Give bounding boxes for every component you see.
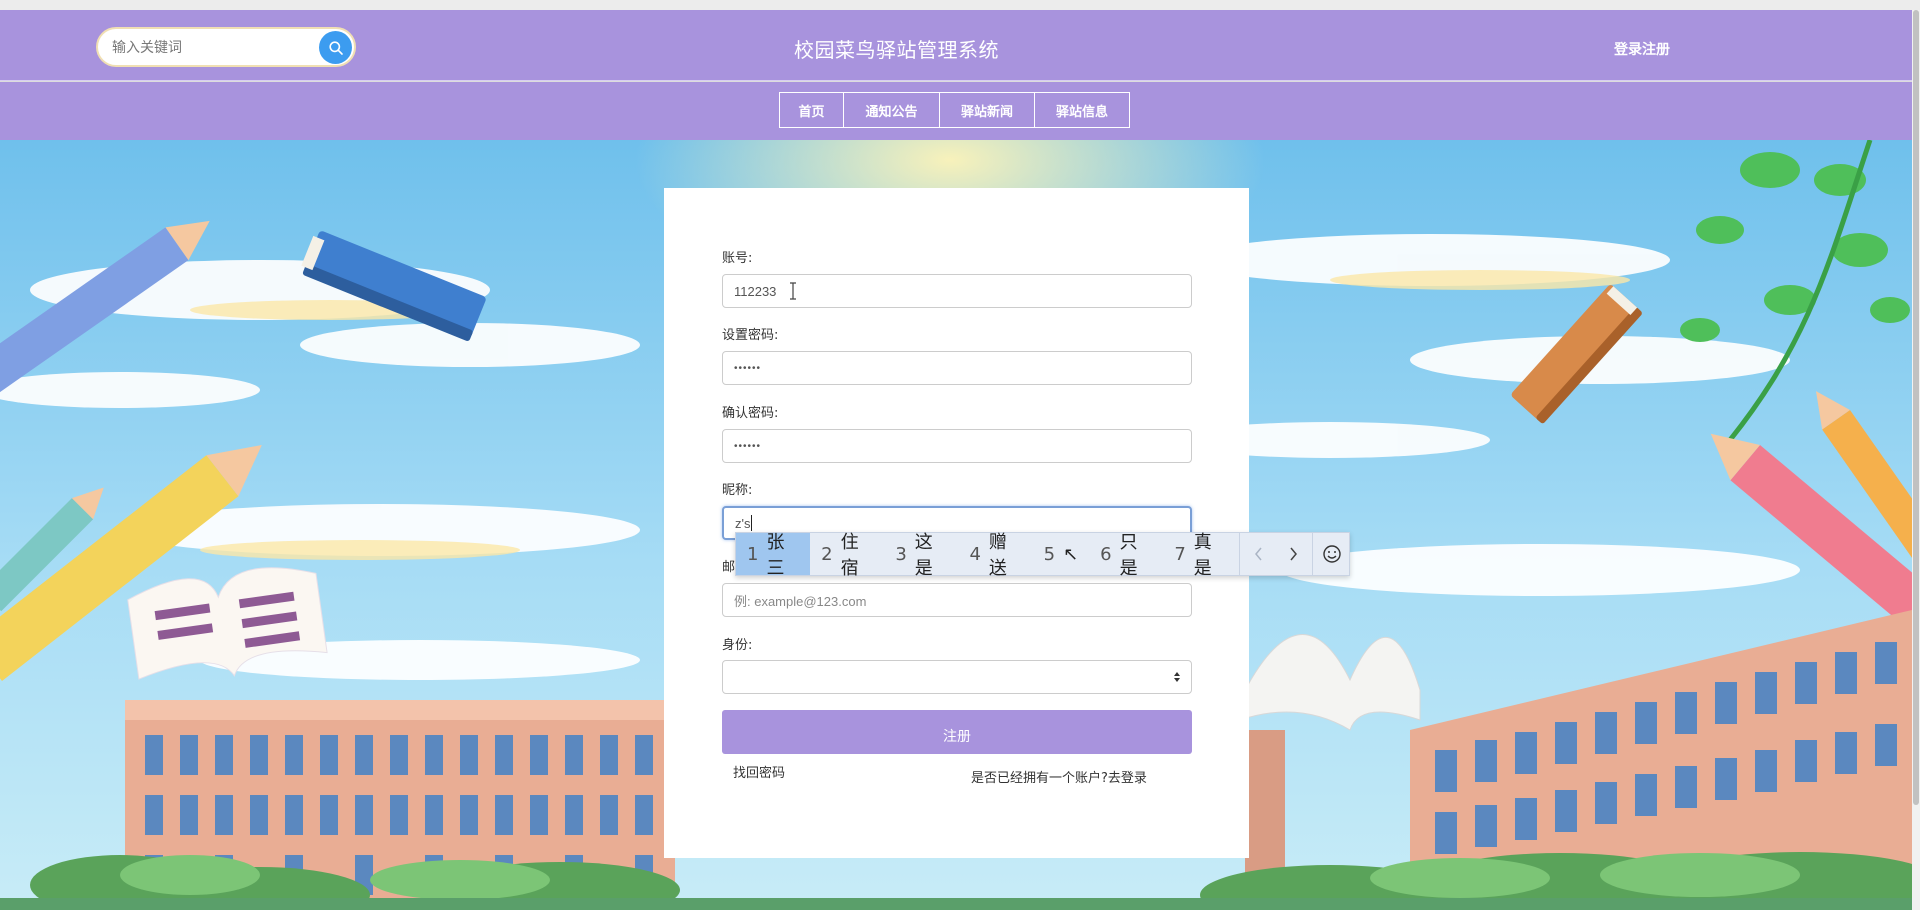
- confirm-password-value: ••••••: [734, 440, 762, 452]
- password-value: ••••••: [734, 362, 762, 374]
- ime-divider: [1239, 533, 1241, 575]
- search-input[interactable]: [112, 35, 302, 59]
- ime-emoji-button[interactable]: [1315, 533, 1349, 575]
- confirm-password-label: 确认密码:: [722, 406, 779, 421]
- nav-news[interactable]: 驿站新闻: [939, 92, 1035, 128]
- password-label: 设置密码:: [722, 328, 779, 343]
- text-caret: [751, 515, 753, 531]
- site-header: 校园菜鸟驿站管理系统 登录注册: [0, 10, 1912, 81]
- register-form-card: 账号: 112233 设置密码: •••••• 确认密码: •••••• 昵称:…: [664, 188, 1249, 858]
- ime-next-button[interactable]: [1276, 533, 1310, 575]
- email-input[interactable]: 例: example@123.com: [722, 583, 1192, 617]
- top-strip: [0, 0, 1920, 10]
- register-button[interactable]: 注册: [722, 710, 1192, 754]
- forgot-password-link[interactable]: 找回密码: [733, 762, 785, 781]
- account-input[interactable]: 112233: [722, 274, 1192, 308]
- nav-bar: 首页 通知公告 驿站新闻 驿站信息: [0, 82, 1912, 140]
- text-cursor-icon: [790, 282, 797, 300]
- chevron-right-icon: [1290, 547, 1298, 561]
- smiley-icon: [1323, 545, 1341, 563]
- chevron-left-icon: [1255, 547, 1262, 561]
- ime-divider: [1312, 533, 1314, 575]
- ime-candidate[interactable]: 7 真是: [1163, 532, 1237, 579]
- email-placeholder: 例: example@123.com: [734, 593, 867, 609]
- account-value: 112233: [734, 283, 777, 299]
- search-icon: [328, 40, 343, 55]
- ime-prev-button[interactable]: [1242, 533, 1276, 575]
- nickname-value: z's: [735, 515, 751, 531]
- role-label: 身份:: [722, 638, 753, 653]
- ime-candidate[interactable]: 6 只是: [1089, 532, 1163, 579]
- ime-candidate[interactable]: 4 赠送: [958, 532, 1032, 579]
- ime-candidate[interactable]: 5 ↖: [1033, 533, 1090, 575]
- go-login-link[interactable]: 是否已经拥有一个账户?去登录: [971, 767, 1147, 786]
- email-label: 邮: [722, 560, 736, 575]
- main-nav: 首页 通知公告 驿站新闻 驿站信息: [779, 92, 1130, 128]
- nav-station-info[interactable]: 驿站信息: [1034, 92, 1130, 128]
- nickname-label: 昵称:: [722, 483, 753, 498]
- page-scrollbar[interactable]: [1912, 10, 1920, 910]
- ime-candidate[interactable]: 3 这是: [884, 532, 958, 579]
- site-title: 校园菜鸟驿站管理系统: [794, 38, 999, 62]
- nav-notices[interactable]: 通知公告: [843, 92, 940, 128]
- browser-viewport: 校园菜鸟驿站管理系统 登录注册 首页 通知公告 驿站新闻 驿站信息: [0, 0, 1920, 910]
- ime-candidate[interactable]: 2 住宿: [810, 532, 884, 579]
- search-box: [96, 27, 356, 67]
- nav-home[interactable]: 首页: [779, 92, 844, 128]
- scrollbar-thumb[interactable]: [1913, 10, 1919, 805]
- search-button[interactable]: [319, 31, 352, 64]
- select-arrows-icon: [1174, 672, 1180, 682]
- role-select[interactable]: [722, 660, 1192, 694]
- login-register-link[interactable]: 登录注册: [1614, 39, 1670, 59]
- ime-candidate[interactable]: 1 张三: [736, 532, 811, 579]
- password-input[interactable]: ••••••: [722, 351, 1192, 385]
- confirm-password-input[interactable]: ••••••: [722, 429, 1192, 463]
- ime-candidate-bar: 1 张三 2 住宿 3 这是 4 赠送 5 ↖ 6 只是 7 真是: [735, 532, 1350, 579]
- account-label: 账号:: [722, 251, 753, 266]
